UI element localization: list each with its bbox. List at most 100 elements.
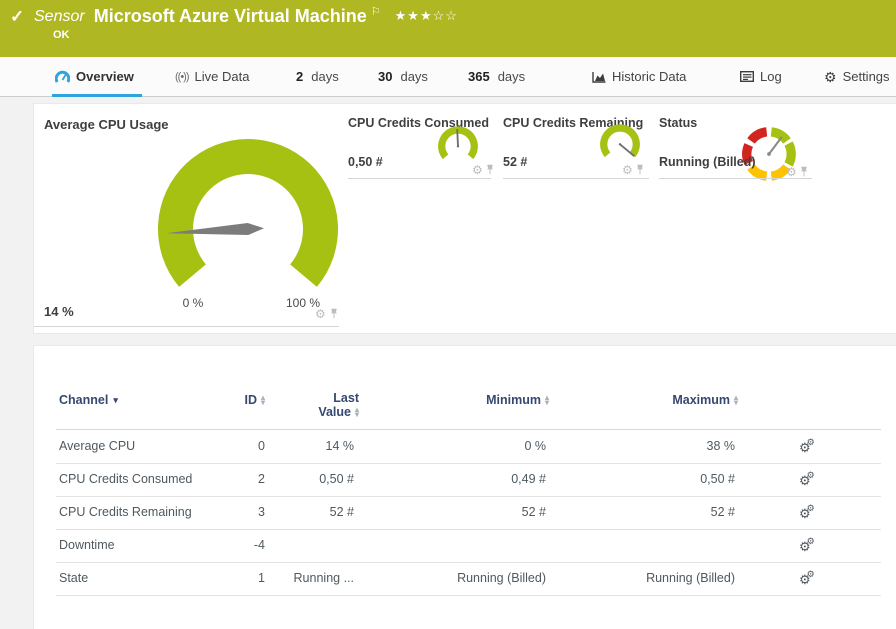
tab-label: Log — [760, 69, 782, 84]
panel-divider — [503, 178, 649, 179]
gauges-card: Average CPU Usage 0 % 100 % 14 % ⚙ CPU C… — [33, 103, 896, 334]
maximum-value: 38 % — [585, 439, 735, 453]
channel-name: CPU Credits Consumed — [59, 472, 192, 486]
tab-number: 365 — [468, 69, 490, 84]
channel-id: 1 — [214, 571, 265, 585]
tab-label: Historic Data — [612, 69, 686, 84]
sensor-header: ✓ Sensor Microsoft Azure Virtual Machine… — [0, 0, 896, 57]
tab-number: 30 — [378, 69, 392, 84]
flag-icon[interactable]: ⚐ — [371, 5, 381, 18]
channel-settings-gears-icon[interactable]: ⚙⚙ — [799, 569, 815, 588]
panel-gear-icon[interactable]: ⚙ — [786, 166, 797, 178]
gear-icon: ⚙ — [824, 70, 837, 84]
table-header-divider — [56, 429, 881, 430]
channel-id: -4 — [214, 538, 265, 552]
sensor-title: Microsoft Azure Virtual Machine — [94, 6, 367, 27]
tab-365-days[interactable]: 365 days — [468, 57, 525, 96]
panel-gear-icon[interactable]: ⚙ — [315, 308, 326, 320]
panel-divider — [659, 178, 812, 179]
tab-live-data[interactable]: ((•)) Live Data — [175, 57, 249, 96]
tab-label: Settings — [843, 69, 890, 84]
panel-pin-icon[interactable] — [330, 308, 338, 321]
tab-settings[interactable]: ⚙ Settings — [824, 57, 890, 96]
channel-name: State — [59, 571, 88, 585]
channel-settings-gears-icon[interactable]: ⚙⚙ — [799, 536, 815, 555]
tab-30-days[interactable]: 30 days — [378, 57, 428, 96]
panel-divider — [34, 326, 339, 327]
credits-consumed-gauge — [435, 122, 481, 166]
tab-label: days — [311, 69, 338, 84]
sensor-title-line: Sensor Microsoft Azure Virtual Machine ⚐… — [34, 6, 458, 27]
channel-settings-gears-icon[interactable]: ⚙⚙ — [799, 503, 815, 522]
maximum-value: 0,50 # — [585, 472, 735, 486]
last-value: Running ... — [259, 571, 354, 585]
column-header-maximum[interactable]: Maximum▴▾ — [588, 393, 738, 407]
gauge-icon — [55, 70, 70, 83]
panel-pin-icon[interactable] — [486, 164, 494, 177]
tab-overview[interactable]: Overview — [55, 57, 134, 96]
avg-cpu-gauge — [153, 133, 343, 311]
minimum-value: 52 # — [396, 505, 546, 519]
maximum-value: Running (Billed) — [585, 571, 735, 585]
channel-settings-gears-icon[interactable]: ⚙⚙ — [799, 437, 815, 456]
prtg-sensor-page: ✓ Sensor Microsoft Azure Virtual Machine… — [0, 0, 896, 629]
log-icon — [740, 71, 754, 82]
tab-log[interactable]: Log — [740, 57, 782, 96]
panel-divider — [348, 178, 491, 179]
sort-icon: ▴▾ — [355, 407, 359, 417]
avg-cpu-gauge-value: 14 % — [44, 304, 74, 319]
tab-2-days[interactable]: 2 days — [296, 57, 339, 96]
channel-name: Average CPU — [59, 439, 135, 453]
row-divider — [56, 463, 881, 464]
credits-remaining-value: 52 # — [503, 155, 527, 169]
maximum-value: 52 # — [585, 505, 735, 519]
tab-historic-data[interactable]: Historic Data — [592, 57, 686, 96]
live-data-icon: ((•)) — [175, 71, 189, 83]
panel-gear-icon[interactable]: ⚙ — [472, 164, 483, 176]
credits-consumed-value: 0,50 # — [348, 155, 383, 169]
panel-gear-icon[interactable]: ⚙ — [622, 164, 633, 176]
column-header-minimum[interactable]: Minimum▴▾ — [399, 393, 549, 407]
channel-id: 3 — [214, 505, 265, 519]
minimum-value: Running (Billed) — [396, 571, 546, 585]
last-value: 14 % — [259, 439, 354, 453]
ok-check-icon: ✓ — [10, 7, 24, 27]
sensor-status-badge: OK — [53, 29, 70, 41]
row-divider — [56, 529, 881, 530]
last-value: 52 # — [259, 505, 354, 519]
row-divider — [56, 595, 881, 596]
tab-label: Overview — [76, 69, 134, 84]
column-header-id[interactable]: ID▴▾ — [214, 393, 265, 407]
row-divider — [56, 496, 881, 497]
priority-stars[interactable]: ★★★☆☆ — [395, 8, 458, 24]
last-value: 0,50 # — [259, 472, 354, 486]
column-header-last-value[interactable]: Last Value▴▾ — [264, 391, 359, 419]
sensor-tab-bar: Overview ((•)) Live Data 2 days 30 days … — [0, 57, 896, 97]
tab-label: days — [400, 69, 427, 84]
sort-icon: ▴▾ — [734, 395, 738, 405]
gauge-scale-min: 0 % — [168, 296, 218, 310]
tab-number: 2 — [296, 69, 303, 84]
panel-pin-icon[interactable] — [636, 164, 644, 177]
sort-icon: ▴▾ — [545, 395, 549, 405]
column-header-channel[interactable]: Channel▾ — [59, 393, 118, 407]
stars-empty[interactable]: ☆☆ — [433, 8, 458, 23]
row-divider — [56, 562, 881, 563]
channel-id: 0 — [214, 439, 265, 453]
credits-remaining-gauge — [597, 120, 643, 164]
minimum-value: 0 % — [396, 439, 546, 453]
channel-name: CPU Credits Remaining — [59, 505, 192, 519]
status-gauge-value: Running (Billed) — [659, 155, 756, 169]
channel-settings-gears-icon[interactable]: ⚙⚙ — [799, 470, 815, 489]
avg-cpu-gauge-title: Average CPU Usage — [44, 117, 169, 132]
stars-filled[interactable]: ★★★ — [395, 8, 433, 23]
tab-label: Live Data — [195, 69, 250, 84]
status-gauge-title: Status — [659, 116, 697, 130]
channel-id: 2 — [214, 472, 265, 486]
minimum-value: 0,49 # — [396, 472, 546, 486]
channel-name: Downtime — [59, 538, 115, 552]
sorted-desc-icon: ▾ — [113, 395, 118, 405]
tab-label: days — [498, 69, 525, 84]
area-chart-icon — [592, 71, 606, 83]
channel-table-card: Channel▾ ID▴▾ Last Value▴▾ Minimum▴▾ Max… — [33, 345, 896, 629]
